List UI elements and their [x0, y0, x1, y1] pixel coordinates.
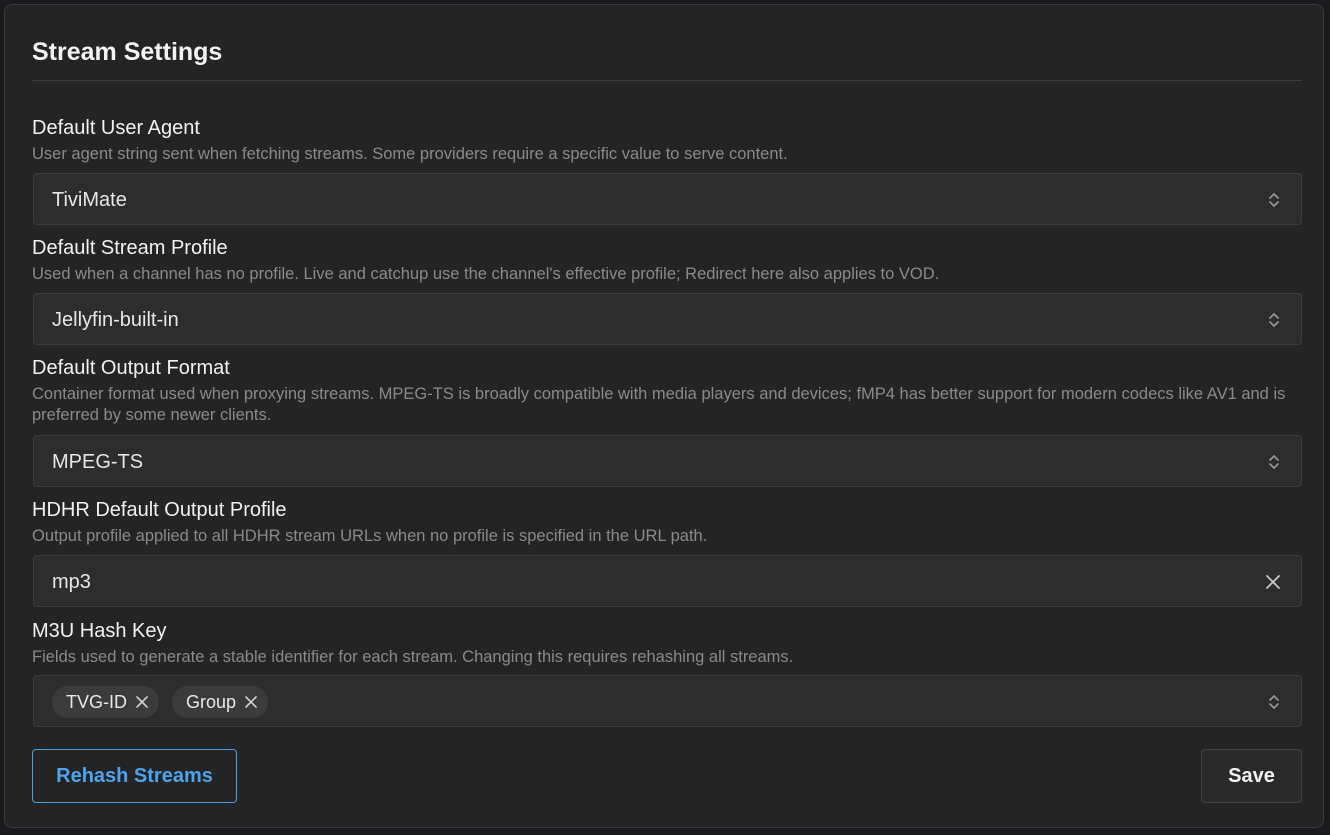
rehash-streams-button[interactable]: Rehash Streams [32, 749, 237, 803]
hash-key-description: Fields used to generate a stable identif… [32, 648, 794, 666]
stream-profile-description: Used when a channel has no profile. Live… [32, 265, 940, 283]
close-icon[interactable] [1263, 572, 1283, 592]
hdhr-profile-select[interactable]: mp3 [33, 555, 1302, 607]
chevron-up-down-icon [1269, 455, 1279, 469]
tag-label: Group [186, 691, 237, 712]
chevron-up-down-icon [1269, 695, 1279, 709]
hash-key-multiselect[interactable]: TVG-ID Group [33, 675, 1302, 727]
stream-profile-select[interactable]: Jellyfin-built-in [33, 293, 1302, 345]
stream-profile-value: Jellyfin-built-in [52, 309, 179, 331]
stream-settings-panel: Stream Settings Default User Agent User … [4, 4, 1324, 828]
output-format-description: Container format used when proxying stre… [32, 385, 1286, 424]
chevron-up-down-icon [1269, 193, 1279, 207]
chevron-up-down-icon [1269, 313, 1279, 327]
title-divider [32, 80, 1302, 81]
tag-label: TVG-ID [66, 691, 127, 712]
remove-tag-icon[interactable] [135, 695, 149, 709]
hdhr-profile-label: HDHR Default Output Profile [32, 499, 287, 521]
save-button[interactable]: Save [1201, 749, 1302, 803]
hdhr-profile-description: Output profile applied to all HDHR strea… [32, 527, 708, 545]
user-agent-select[interactable]: TiviMate [33, 173, 1302, 225]
remove-tag-icon[interactable] [244, 695, 258, 709]
stream-profile-label: Default Stream Profile [32, 237, 228, 259]
output-format-label: Default Output Format [32, 357, 230, 379]
user-agent-value: TiviMate [52, 189, 127, 211]
output-format-select[interactable]: MPEG-TS [33, 435, 1302, 487]
hash-key-label: M3U Hash Key [32, 620, 167, 642]
tag-pill: Group [172, 686, 269, 718]
user-agent-description: User agent string sent when fetching str… [32, 145, 788, 163]
panel-title: Stream Settings [32, 38, 223, 66]
hdhr-profile-value: mp3 [52, 571, 91, 593]
tag-pill: TVG-ID [52, 686, 159, 718]
output-format-value: MPEG-TS [52, 451, 144, 473]
user-agent-label: Default User Agent [32, 117, 200, 139]
